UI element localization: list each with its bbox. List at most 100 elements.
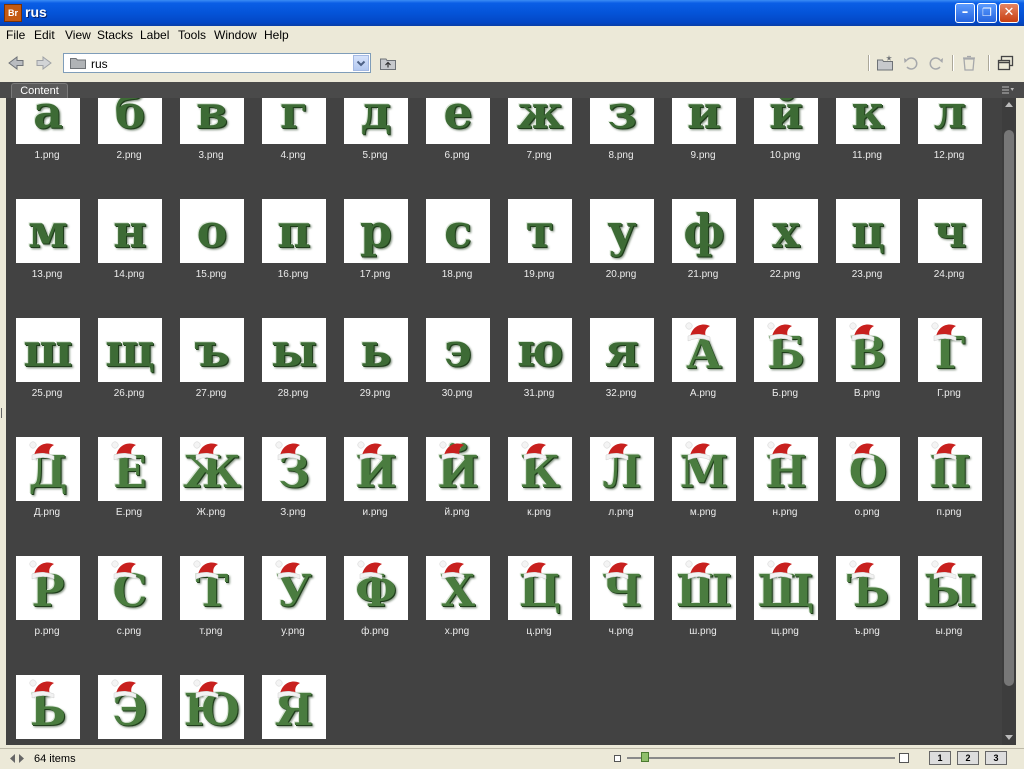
thumbnail-item[interactable]: Щщ.png [744, 556, 826, 675]
thumbnail-item[interactable]: Шш.png [662, 556, 744, 675]
minimize-button[interactable]: – [955, 3, 975, 23]
thumbnail-image[interactable]: к [836, 98, 900, 144]
thumbnail-image[interactable]: У [262, 556, 326, 620]
thumbnail-image[interactable]: б [98, 98, 162, 144]
thumbnail-item[interactable]: г 4.png [252, 98, 334, 199]
thumbnail-image[interactable]: З [262, 437, 326, 501]
thumbnail-item[interactable]: о 15.png [170, 199, 252, 318]
thumbnail-item[interactable]: З З.png [252, 437, 334, 556]
thumbnail-item[interactable]: Цц.png [498, 556, 580, 675]
thumbnail-item[interactable]: Ь [6, 675, 88, 745]
thumbnail-item[interactable]: Нн.png [744, 437, 826, 556]
thumbnail-item[interactable]: э 30.png [416, 318, 498, 437]
thumbnail-size-track[interactable] [627, 757, 895, 759]
thumbnail-item[interactable]: Мм.png [662, 437, 744, 556]
menu-help[interactable]: Help [264, 28, 289, 42]
thumbnail-item[interactable]: ж 7.png [498, 98, 580, 199]
thumbnail-image[interactable]: о [180, 199, 244, 263]
thumbnail-item[interactable]: Я [252, 675, 334, 745]
forward-arrow-icon[interactable] [35, 54, 53, 72]
thumbnail-item[interactable]: р 17.png [334, 199, 416, 318]
thumbnail-image[interactable]: М [672, 437, 736, 501]
thumbnail-image[interactable]: я [590, 318, 654, 382]
maximize-button[interactable]: ❐ [977, 3, 997, 23]
menu-stacks[interactable]: Stacks [97, 28, 133, 42]
thumbnail-image[interactable]: з [590, 98, 654, 144]
thumbnail-item[interactable]: Рр.png [6, 556, 88, 675]
scroll-down-icon[interactable] [1004, 732, 1014, 742]
thumbnail-image[interactable]: А [672, 318, 736, 382]
thumbnail-item[interactable]: ф 21.png [662, 199, 744, 318]
thumbnail-item[interactable]: Тт.png [170, 556, 252, 675]
thumbnail-image[interactable]: Й [426, 437, 490, 501]
thumbnail-image[interactable]: Ц [508, 556, 572, 620]
thumbnail-item[interactable]: щ 26.png [88, 318, 170, 437]
thumbnail-item[interactable]: к 11.png [826, 98, 908, 199]
thumbnail-item[interactable]: Е Е.png [88, 437, 170, 556]
thumbnail-item[interactable]: с 18.png [416, 199, 498, 318]
menu-label[interactable]: Label [140, 28, 169, 42]
thumbnail-image[interactable]: ь [344, 318, 408, 382]
thumbnail-item[interactable]: л 12.png [908, 98, 990, 199]
scrollbar-thumb[interactable] [1004, 130, 1014, 686]
path-dropdown[interactable]: rus [63, 53, 371, 73]
thumbnail-image[interactable]: Ж [180, 437, 244, 501]
view-button-1[interactable]: 1 [929, 751, 951, 765]
thumbnail-image[interactable]: Х [426, 556, 490, 620]
trash-icon[interactable] [960, 54, 978, 72]
tab-content[interactable]: Content [11, 83, 68, 98]
thumbnail-item[interactable]: Пп.png [908, 437, 990, 556]
thumbnail-image[interactable]: э [426, 318, 490, 382]
thumbnail-image[interactable]: Я [262, 675, 326, 739]
thumbnail-image[interactable]: Е [98, 437, 162, 501]
thumbnail-image[interactable]: Ю [180, 675, 244, 739]
thumbnail-item[interactable]: п 16.png [252, 199, 334, 318]
menu-file[interactable]: File [6, 28, 25, 42]
thumbnail-item[interactable]: Лл.png [580, 437, 662, 556]
thumbnail-image[interactable]: Ч [590, 556, 654, 620]
thumbnail-item[interactable]: у 20.png [580, 199, 662, 318]
panel-toggle-icon[interactable] [9, 753, 25, 764]
thumbnail-item[interactable]: Кк.png [498, 437, 580, 556]
thumbnail-item[interactable]: Э [88, 675, 170, 745]
thumbnail-item[interactable]: Сс.png [88, 556, 170, 675]
thumbnail-item[interactable]: т 19.png [498, 199, 580, 318]
thumbnail-image[interactable]: т [508, 199, 572, 263]
thumbnail-item[interactable]: ь 29.png [334, 318, 416, 437]
thumbnail-item[interactable]: и 9.png [662, 98, 744, 199]
thumbnail-item[interactable]: в 3.png [170, 98, 252, 199]
thumbnail-image[interactable]: Н [754, 437, 818, 501]
thumbnail-image[interactable]: н [98, 199, 162, 263]
thumbnail-image[interactable]: Ш [672, 556, 736, 620]
menu-view[interactable]: View [65, 28, 91, 42]
thumbnail-image[interactable]: Р [16, 556, 80, 620]
thumbnail-image[interactable]: щ [98, 318, 162, 382]
thumbnail-size-slider[interactable] [641, 752, 649, 762]
title-bar[interactable]: Br rus – ❐ ✕ [0, 0, 1024, 26]
thumbnail-image[interactable]: ы [262, 318, 326, 382]
compact-mode-icon[interactable] [997, 54, 1015, 72]
menu-window[interactable]: Window [214, 28, 257, 42]
thumbnail-image[interactable]: р [344, 199, 408, 263]
thumbnail-image[interactable]: в [180, 98, 244, 144]
thumbnail-item[interactable]: Оо.png [826, 437, 908, 556]
thumbnail-image[interactable]: ъ [180, 318, 244, 382]
thumbnail-image[interactable]: с [426, 199, 490, 263]
thumbnail-image[interactable]: К [508, 437, 572, 501]
thumbnail-item[interactable]: Г Г.png [908, 318, 990, 437]
thumbnail-image[interactable]: И [344, 437, 408, 501]
thumbnail-item[interactable]: н 14.png [88, 199, 170, 318]
new-folder-icon[interactable] [876, 54, 894, 72]
thumbnail-image[interactable]: п [262, 199, 326, 263]
thumbnail-item[interactable]: ш 25.png [6, 318, 88, 437]
thumbnail-item[interactable]: й 10.png [744, 98, 826, 199]
thumbnail-item[interactable]: Хх.png [416, 556, 498, 675]
thumbnail-item[interactable]: Ю [170, 675, 252, 745]
thumbnail-item[interactable]: В В.png [826, 318, 908, 437]
thumbnail-item[interactable]: ы 28.png [252, 318, 334, 437]
thumbnail-item[interactable]: Уу.png [252, 556, 334, 675]
thumbnail-item[interactable]: Ъъ.png [826, 556, 908, 675]
thumbnail-image[interactable]: Ы [918, 556, 982, 620]
rotate-right-icon[interactable] [927, 54, 945, 72]
thumbnail-item[interactable]: Д Д.png [6, 437, 88, 556]
